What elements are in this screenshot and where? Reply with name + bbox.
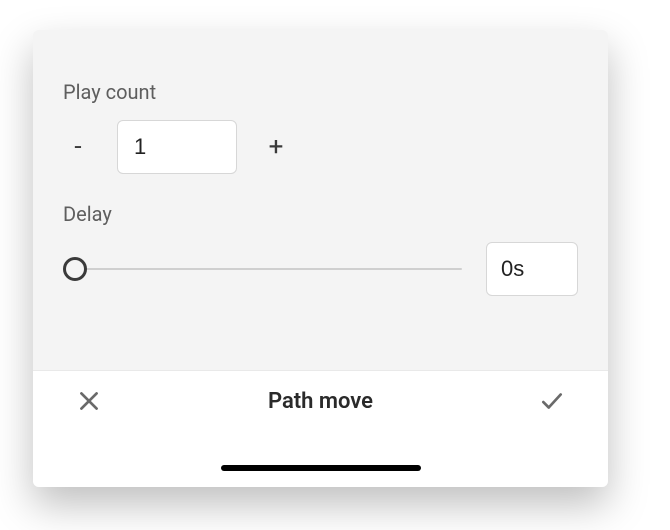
panel-footer: Path move xyxy=(33,370,608,487)
check-icon xyxy=(539,388,565,414)
delay-slider-thumb[interactable] xyxy=(63,257,87,281)
play-count-increment[interactable]: + xyxy=(261,132,291,162)
delay-slider[interactable] xyxy=(63,254,462,284)
cancel-button[interactable] xyxy=(75,387,103,415)
panel-title: Path move xyxy=(268,389,373,414)
home-indicator[interactable] xyxy=(221,465,421,471)
play-count-decrement[interactable]: - xyxy=(63,132,93,162)
delay-value-input[interactable] xyxy=(486,242,578,296)
confirm-button[interactable] xyxy=(538,387,566,415)
play-count-input[interactable] xyxy=(117,120,237,174)
footer-bar: Path move xyxy=(33,371,608,415)
close-icon xyxy=(76,388,102,414)
path-move-panel: Play count - + Delay xyxy=(33,30,608,487)
delay-row xyxy=(63,242,578,296)
delay-slider-track xyxy=(63,268,462,270)
delay-label: Delay xyxy=(63,202,578,226)
play-count-row: - + xyxy=(63,120,578,174)
panel-content: Play count - + Delay xyxy=(33,30,608,370)
play-count-label: Play count xyxy=(63,80,578,104)
